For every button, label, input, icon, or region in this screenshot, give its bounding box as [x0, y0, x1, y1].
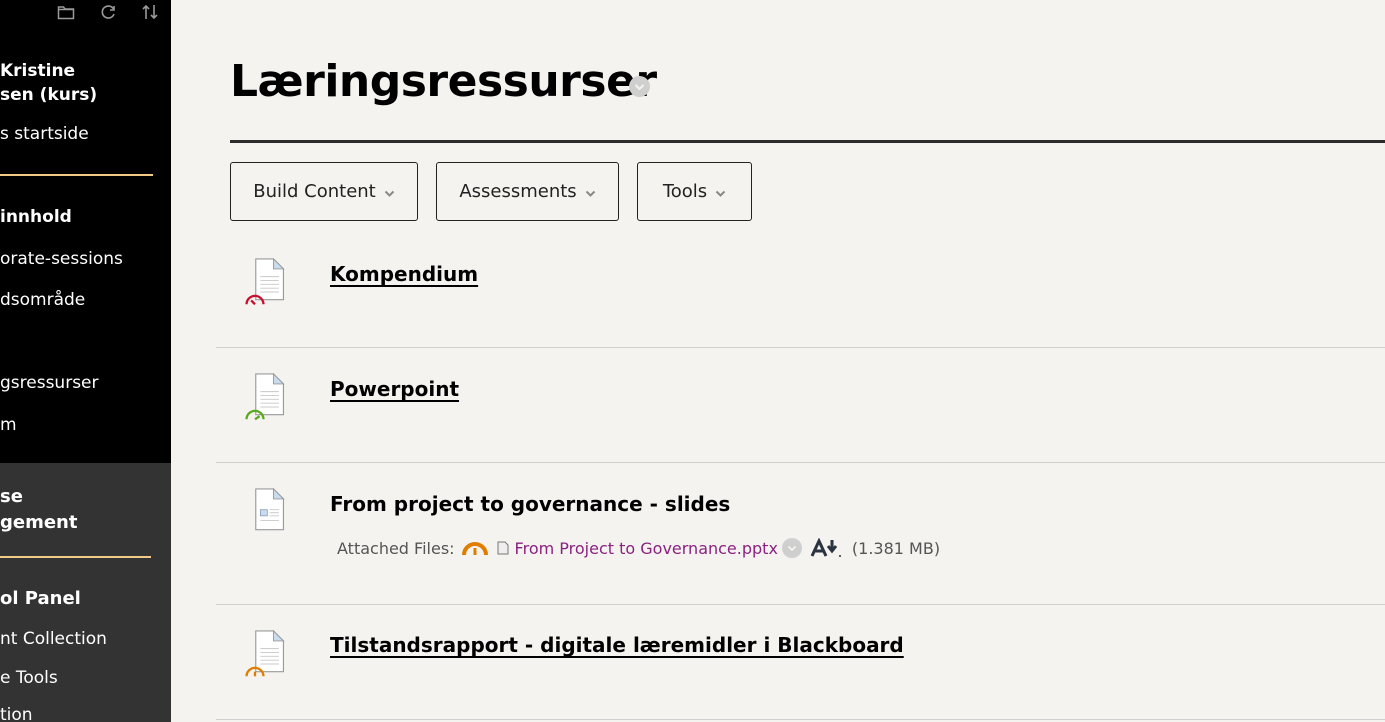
item-title-link[interactable]: Tilstandsrapport - digitale læremidler i… [330, 633, 904, 657]
page-title: Læringsressurser [230, 56, 657, 107]
document-icon [245, 629, 285, 677]
attached-files-label: Attached Files: [337, 538, 455, 558]
sidebar-section-content: innhold [0, 207, 72, 227]
course-management-heading-line2: gement [0, 512, 78, 533]
title-divider [230, 140, 1385, 143]
course-management-heading: se [0, 486, 23, 507]
build-content-label: Build Content [253, 181, 376, 202]
file-options-button[interactable] [781, 538, 802, 558]
item-divider [216, 462, 1385, 463]
item-title-link[interactable]: Powerpoint [330, 377, 459, 401]
status-orange-gauge-icon [461, 542, 488, 556]
sidebar-divider [0, 174, 153, 176]
folder-icon[interactable] [56, 2, 76, 22]
item-title: From project to governance - slides [330, 492, 731, 516]
chevron-down-icon [787, 545, 797, 551]
file-icon [497, 541, 509, 555]
chevron-down-icon [384, 190, 394, 197]
sidebar-item-collaborate[interactable]: orate-sessions [0, 249, 123, 269]
panel-item-course-tools[interactable]: e Tools [0, 668, 58, 688]
sidebar-item-forum[interactable]: m [0, 415, 17, 435]
course-menu-sidebar: Kristine sen (kurs) s startside innhold … [0, 0, 171, 722]
sidebar-item-learning-resources[interactable]: gsressurser [0, 373, 99, 393]
management-divider [0, 556, 151, 558]
document-icon [245, 257, 285, 306]
item-divider [216, 719, 1385, 720]
sidebar-item-work-area[interactable]: dsområde [0, 290, 85, 310]
sidebar-item-course-home[interactable]: s startside [0, 124, 89, 144]
file-item-icon [255, 487, 285, 531]
assessments-button[interactable]: Assessments [436, 162, 619, 221]
read-aloud-download-icon[interactable] [810, 538, 844, 558]
sidebar-toolbar [56, 2, 160, 22]
chevron-down-icon [634, 83, 645, 90]
course-name-line2: sen (kurs) [0, 85, 98, 105]
refresh-icon[interactable] [98, 2, 118, 22]
chevron-down-icon [715, 190, 726, 197]
sort-icon[interactable] [140, 2, 160, 22]
content-item: Powerpoint [216, 355, 1385, 463]
control-panel-heading[interactable]: ol Panel [0, 588, 81, 609]
item-divider [216, 604, 1385, 605]
title-options-button[interactable] [629, 76, 650, 97]
panel-item-content-collection[interactable]: nt Collection [0, 629, 107, 649]
tools-button[interactable]: Tools [637, 162, 752, 221]
content-item: From project to governance - slides Atta… [216, 470, 1385, 605]
content-item: Tilstandsrapport - digitale læremidler i… [216, 612, 1385, 720]
content-item: Kompendium [216, 240, 1385, 348]
course-name: Kristine [0, 61, 76, 81]
main-content: Læringsressurser Build Content Assessmen… [171, 0, 1385, 722]
build-content-button[interactable]: Build Content [230, 162, 418, 221]
chevron-down-icon [585, 190, 595, 197]
panel-item-evaluation[interactable]: tion [0, 705, 33, 722]
tools-label: Tools [662, 181, 708, 202]
item-title-link[interactable]: Kompendium [330, 262, 478, 286]
attached-file-link[interactable]: From Project to Governance.pptx [515, 539, 778, 558]
item-divider [216, 347, 1385, 348]
file-size: (1.381 MB) [851, 538, 941, 558]
document-icon [245, 372, 285, 421]
attached-files: Attached Files: From Project to Governan… [337, 538, 940, 558]
assessments-label: Assessments [459, 181, 577, 202]
